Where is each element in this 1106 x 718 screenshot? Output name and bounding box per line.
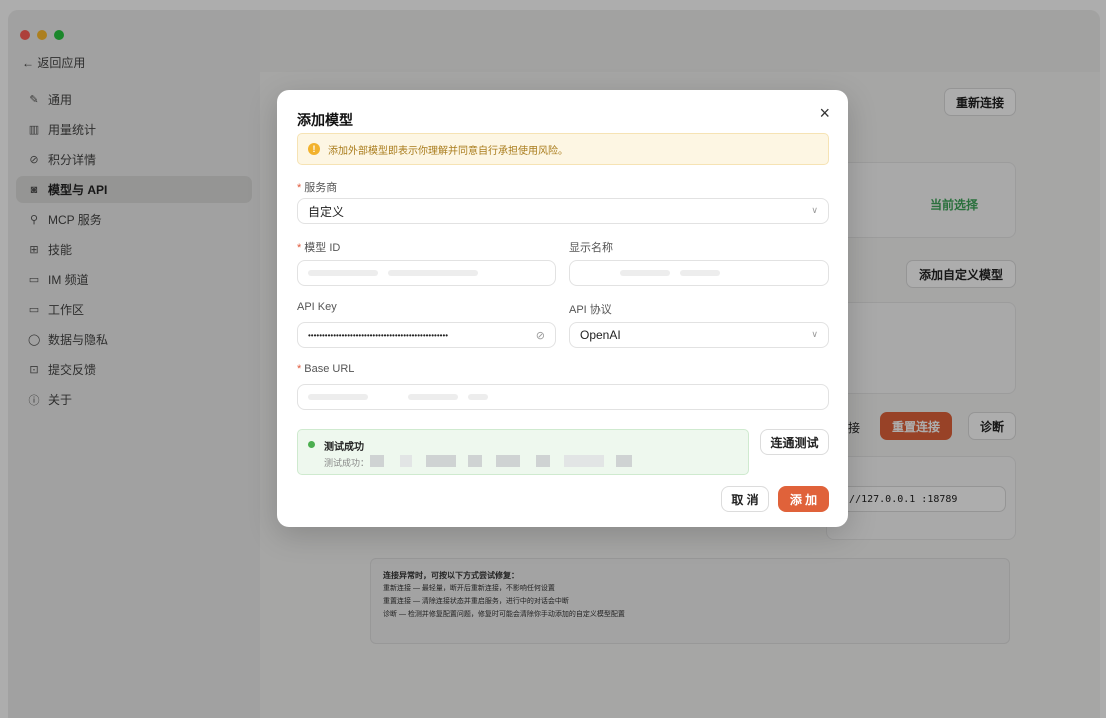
redacted-text	[308, 394, 368, 400]
model-id-label: * 模型 ID	[297, 242, 341, 254]
redacted-text	[564, 455, 604, 467]
redacted-text	[468, 455, 482, 467]
model-id-input[interactable]	[297, 260, 556, 286]
success-dot-icon	[308, 441, 315, 448]
provider-select[interactable]: 自定义 ∨	[297, 198, 829, 224]
provider-label: * 服务商	[297, 182, 338, 194]
test-connection-button[interactable]: 连通测试	[760, 429, 829, 455]
base-url-label: * Base URL	[297, 363, 355, 375]
chevron-down-icon: ∨	[811, 205, 818, 215]
redacted-text	[616, 455, 632, 467]
redacted-text	[370, 455, 384, 467]
display-name-input[interactable]	[569, 260, 829, 286]
add-button[interactable]: 添 加	[778, 486, 829, 512]
provider-value: 自定义	[308, 204, 345, 219]
api-protocol-value: OpenAI	[580, 328, 621, 342]
api-key-value: ••••••••••••••••••••••••••••••••••••••••…	[308, 330, 449, 340]
redacted-text	[388, 270, 478, 276]
redacted-text	[680, 270, 720, 276]
chevron-down-icon: ∨	[811, 329, 818, 339]
redacted-text	[400, 455, 412, 467]
redacted-text	[308, 270, 378, 276]
redacted-text	[426, 455, 456, 467]
redacted-text	[536, 455, 550, 467]
warning-text: 添加外部模型即表示你理解并同意自行承担使用风险。	[328, 145, 568, 157]
dialog-title: 添加模型	[297, 112, 353, 128]
api-protocol-label: API 协议	[569, 304, 612, 316]
redacted-text	[496, 455, 520, 467]
redacted-text	[620, 270, 670, 276]
api-key-label: API Key	[297, 301, 337, 313]
test-detail: 测试成功：	[324, 458, 370, 468]
display-name-label: 显示名称	[569, 242, 613, 254]
api-protocol-select[interactable]: OpenAI ∨	[569, 322, 829, 348]
cancel-button[interactable]: 取 消	[721, 486, 769, 512]
base-url-input[interactable]	[297, 384, 829, 410]
test-result-box: 测试成功 测试成功：	[297, 429, 749, 475]
redacted-text	[408, 394, 458, 400]
risk-warning-banner: ! 添加外部模型即表示你理解并同意自行承担使用风险。	[297, 133, 829, 165]
warning-icon: !	[308, 143, 320, 155]
add-model-dialog: 添加模型 × ! 添加外部模型即表示你理解并同意自行承担使用风险。 * 服务商 自…	[277, 90, 848, 527]
eye-off-icon[interactable]: ⊘	[536, 329, 545, 342]
close-icon[interactable]: ×	[819, 104, 830, 122]
test-status: 测试成功	[324, 442, 364, 453]
api-key-input[interactable]: ••••••••••••••••••••••••••••••••••••••••…	[297, 322, 556, 348]
redacted-text	[468, 394, 488, 400]
